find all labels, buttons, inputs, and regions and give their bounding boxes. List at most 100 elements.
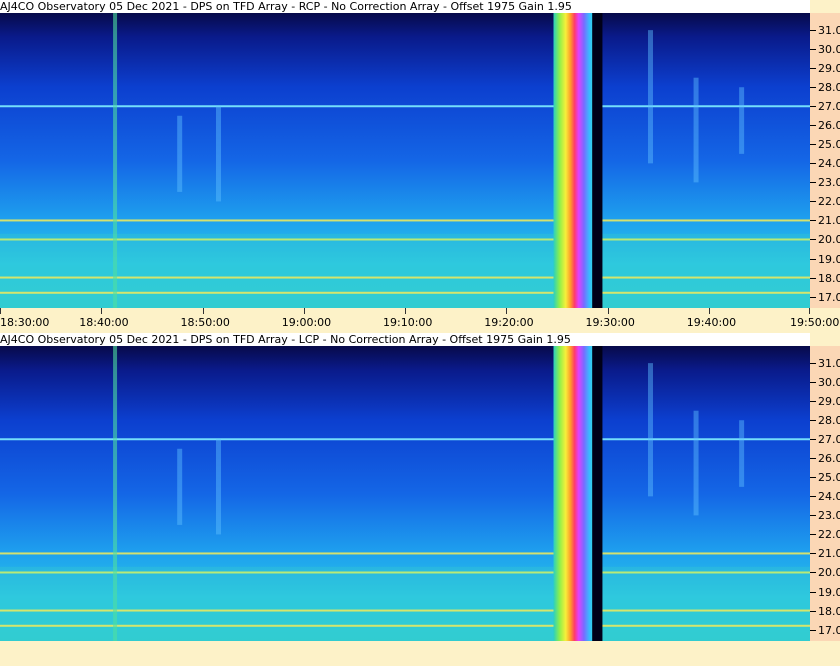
y-tick-label: 22.0 bbox=[818, 195, 840, 209]
interference-line bbox=[0, 609, 810, 612]
interference-line bbox=[0, 276, 810, 279]
low-band-emission bbox=[0, 566, 810, 641]
y-tick-label: 21.0 bbox=[818, 547, 840, 561]
y-tick-label: 30.0 bbox=[818, 43, 840, 57]
burst-streak bbox=[648, 363, 653, 497]
y-tick bbox=[810, 125, 816, 127]
x-tick-label: 19:00:00 bbox=[281, 316, 332, 329]
y-tick bbox=[810, 49, 816, 51]
broadband-event bbox=[553, 13, 594, 308]
y-tick-label: 30.0 bbox=[818, 376, 840, 390]
x-tick bbox=[101, 308, 103, 314]
y-tick bbox=[810, 201, 816, 203]
y-tick bbox=[810, 534, 816, 536]
lcp-spectrogram-panel: AJ4CO Observatory 05 Dec 2021 - DPS on T… bbox=[0, 333, 840, 666]
y-tick-label: 25.0 bbox=[818, 138, 840, 152]
interference-line bbox=[0, 552, 810, 555]
y-tick-label: 26.0 bbox=[818, 119, 840, 133]
y-tick bbox=[810, 591, 816, 593]
x-tick-label: 19:50:00 bbox=[790, 316, 840, 329]
y-tick bbox=[810, 106, 816, 108]
y-tick-label: 31.0 bbox=[818, 357, 840, 371]
y-tick-label: 22.0 bbox=[818, 528, 840, 542]
y-tick-label: 25.0 bbox=[818, 471, 840, 485]
burst-streak bbox=[216, 439, 221, 535]
y-tick-label: 29.0 bbox=[818, 62, 840, 76]
y-tick-label: 26.0 bbox=[818, 452, 840, 466]
rcp-frequency-axis: 31.0 30.0 29.0 28.0 27.0 26.0 25.0 24.0 23.0 22.0… bbox=[810, 13, 840, 308]
y-tick bbox=[810, 144, 816, 146]
y-tick-label: 24.0 bbox=[818, 157, 840, 171]
lcp-spectrogram-plot[interactable] bbox=[0, 346, 810, 641]
rcp-time-axis: 18:30:00 18:40:00 18:50:00 19:00:00 19:10:00… bbox=[0, 308, 840, 333]
y-tick bbox=[810, 553, 816, 555]
x-tick-label: 18:30:00 bbox=[0, 316, 50, 329]
interference-line bbox=[0, 438, 810, 441]
burst-streak bbox=[177, 115, 183, 192]
x-tick-label: 19:10:00 bbox=[383, 316, 433, 329]
y-tick-label: 27.0 bbox=[818, 100, 840, 114]
x-tick bbox=[202, 308, 204, 314]
burst-streak bbox=[739, 420, 745, 487]
interference-line bbox=[0, 219, 810, 222]
y-tick bbox=[810, 30, 816, 32]
y-tick bbox=[810, 629, 816, 631]
y-tick bbox=[810, 496, 816, 498]
burst-streak bbox=[693, 410, 699, 516]
y-tick-label: 17.0 bbox=[818, 290, 840, 304]
y-tick bbox=[810, 68, 816, 70]
y-tick bbox=[810, 439, 816, 441]
y-tick-label: 27.0 bbox=[818, 433, 840, 447]
y-tick bbox=[810, 87, 816, 89]
interference-line bbox=[0, 291, 810, 294]
vertical-stripe bbox=[113, 13, 118, 308]
y-tick bbox=[810, 239, 816, 241]
x-tick bbox=[506, 308, 508, 314]
y-tick bbox=[810, 572, 816, 574]
y-tick bbox=[810, 610, 816, 612]
y-tick bbox=[810, 515, 816, 517]
y-tick-label: 20.0 bbox=[818, 566, 840, 580]
y-tick bbox=[810, 277, 816, 279]
y-tick bbox=[810, 420, 816, 422]
x-tick bbox=[0, 308, 1, 314]
burst-streak bbox=[648, 30, 653, 164]
data-gap bbox=[592, 13, 603, 308]
lcp-frequency-axis: 31.0 30.0 29.0 28.0 27.0 26.0 25.0 24.0 23.0 22.0… bbox=[810, 346, 840, 641]
y-tick bbox=[810, 477, 816, 479]
interference-line bbox=[0, 105, 810, 108]
rcp-spectrogram-panel: AJ4CO Observatory 05 Dec 2021 - DPS on T… bbox=[0, 0, 840, 333]
burst-streak bbox=[693, 77, 699, 183]
broadband-event bbox=[553, 346, 594, 641]
x-tick bbox=[405, 308, 406, 314]
y-tick bbox=[810, 182, 816, 184]
y-tick bbox=[810, 220, 816, 222]
y-tick-label: 24.0 bbox=[818, 490, 840, 504]
x-tick-label: 18:50:00 bbox=[180, 316, 230, 329]
burst-streak bbox=[177, 448, 183, 525]
y-tick-label: 21.0 bbox=[818, 214, 840, 228]
y-tick bbox=[810, 382, 816, 384]
x-tick-label: 19:20:00 bbox=[484, 316, 534, 329]
interference-line bbox=[0, 624, 810, 627]
y-tick-label: 28.0 bbox=[818, 81, 840, 95]
x-tick bbox=[708, 308, 710, 314]
y-tick bbox=[810, 363, 816, 365]
y-tick-label: 20.0 bbox=[818, 233, 840, 247]
vertical-stripe bbox=[113, 346, 118, 641]
y-tick bbox=[810, 458, 816, 460]
x-tick-label: 19:40:00 bbox=[686, 316, 737, 329]
burst-streak bbox=[739, 87, 745, 154]
y-tick-label: 23.0 bbox=[818, 176, 840, 190]
low-band-emission bbox=[0, 233, 810, 308]
x-tick bbox=[809, 308, 810, 314]
y-tick-label: 19.0 bbox=[818, 252, 840, 266]
y-tick-label: 18.0 bbox=[818, 271, 840, 285]
y-tick-label: 18.0 bbox=[818, 604, 840, 618]
x-tick bbox=[607, 308, 609, 314]
rcp-spectrogram-plot[interactable] bbox=[0, 13, 810, 308]
y-tick bbox=[810, 296, 816, 298]
rcp-chart-title: AJ4CO Observatory 05 Dec 2021 - DPS on T… bbox=[0, 0, 810, 13]
y-tick-label: 19.0 bbox=[818, 585, 840, 599]
x-tick-label: 18:40:00 bbox=[79, 316, 129, 329]
